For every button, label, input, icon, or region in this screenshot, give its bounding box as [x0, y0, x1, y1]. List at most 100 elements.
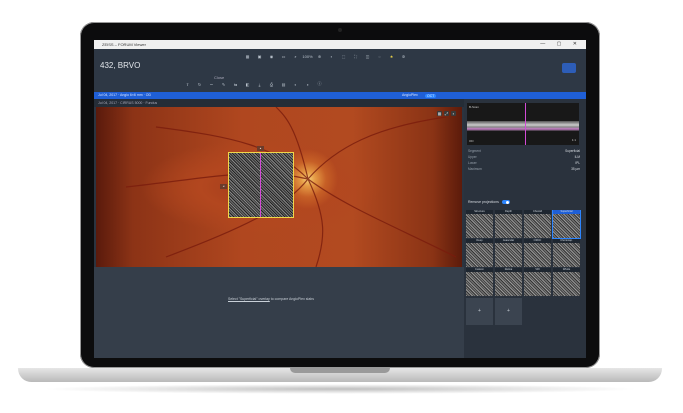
slab-thumb[interactable]: Custom [466, 268, 493, 296]
slab-thumb[interactable]: Choriocap. [553, 239, 580, 267]
slab-caption: Structure [466, 210, 493, 214]
slab-thumb[interactable]: VRI [524, 268, 551, 296]
slab-caption: Custom [466, 268, 493, 272]
crop-icon[interactable]: ◫ [364, 53, 371, 59]
slab-thumb[interactable]: Structure [466, 210, 493, 238]
fundus-image[interactable]: ▦ ⤢ ▪ ▴ ◂ [96, 107, 462, 267]
window-title: ZEISS – FORUM Viewer [102, 42, 146, 47]
projection-label: Remove projections [468, 200, 499, 204]
angio-overlay[interactable] [228, 152, 294, 218]
status-badge[interactable]: OCT [425, 93, 437, 98]
star-icon[interactable]: ★ [388, 53, 395, 59]
param-label: Segment [468, 149, 481, 153]
measure-icon[interactable]: ◌ [376, 53, 383, 59]
grid-icon[interactable]: ▦ [244, 53, 251, 59]
slab-thumb[interactable]: Choroid [524, 210, 551, 238]
scan-line[interactable] [260, 153, 261, 217]
lock-icon[interactable]: ▪ [328, 53, 335, 59]
eye-icon[interactable]: ◉ [268, 53, 275, 59]
param-label: Maximum [468, 167, 482, 171]
param-value[interactable]: ILM [575, 155, 580, 159]
close-button[interactable]: Close [214, 75, 224, 80]
param-value[interactable]: 35 µm [571, 167, 580, 171]
hint-link[interactable]: Select "Superficial" overlay [228, 297, 270, 301]
link-icon[interactable]: ⇆ [232, 81, 239, 87]
fullscreen-icon[interactable]: ⛶ [352, 53, 359, 59]
retina-layer [467, 121, 579, 131]
analysis-area: Select "Superficial" overlay to compare … [94, 267, 464, 358]
slab-caption: VRI [524, 268, 551, 272]
window-controls[interactable]: — ▢ ✕ [540, 40, 582, 49]
bscan-marker[interactable] [525, 103, 526, 145]
print-icon[interactable]: ⎙ [268, 81, 275, 87]
slab-caption: Retina [495, 268, 522, 272]
slab-caption: Whole [553, 268, 580, 272]
hint-message: Select "Superficial" overlay to compare … [228, 297, 314, 301]
bscan-zoom[interactable]: 1:1 [572, 138, 576, 142]
add-slab-button[interactable]: + [466, 298, 493, 325]
slab-thumb[interactable]: Depth [495, 210, 522, 238]
header: 432, BRVO Close ▦ ▣ ◉ ▭ ⌕ 100% ⊕ ▪ ⬚ ⛶ ◫… [94, 49, 586, 92]
plus-icon: + [478, 308, 481, 314]
param-row[interactable]: Segment Superficial [468, 149, 580, 153]
add-slab-button[interactable]: + [495, 298, 522, 325]
slab-thumb[interactable]: ORCC [524, 239, 551, 267]
info-icon[interactable]: ⓘ [316, 81, 323, 87]
slab-caption: Deep [466, 239, 493, 243]
overlay-handle-top[interactable]: ▴ [257, 146, 264, 151]
param-label: Lower [468, 161, 477, 165]
image-subbar: Jul 04, 2017 · CIRRUS 5000 · Fundus [94, 99, 464, 107]
zoom-in-icon[interactable]: ⊕ [316, 53, 323, 59]
export-icon[interactable]: ⤓ [256, 81, 263, 87]
layout-icon[interactable]: ▣ [256, 53, 263, 59]
upload-icon[interactable]: ⇪ [184, 81, 191, 87]
zoom-level[interactable]: 100% [302, 53, 312, 59]
segmentation-params: Segment Superficial Upper ILM Lower IPL Max… [468, 149, 580, 173]
slab-thumb-selected[interactable]: Superficial [552, 210, 581, 239]
slab-caption: Avascular [495, 239, 522, 243]
laptop-notch [290, 368, 390, 373]
plus-icon: + [507, 308, 510, 314]
contrast-icon[interactable]: ◑ [304, 81, 311, 87]
scan-mode-text[interactable]: AngioPlex [402, 92, 418, 99]
param-value[interactable]: Superficial [565, 149, 580, 153]
projection-toggle[interactable] [501, 200, 510, 204]
ruler-icon[interactable]: ┅ [208, 81, 215, 87]
settings-icon[interactable]: ✲ [400, 53, 407, 59]
slab-thumb[interactable]: Deep [466, 239, 493, 267]
scan-info-bar: Jul 04, 2017 · Angio 6×6 mm · OD AngioPl… [94, 92, 586, 99]
param-row[interactable]: Maximum 35 µm [468, 167, 580, 171]
app-screen: ZEISS – FORUM Viewer — ▢ ✕ 432, BRVO Clo… [94, 40, 586, 358]
annotate-icon[interactable]: ✎ [220, 81, 227, 87]
slab-caption: Superficial [553, 210, 580, 214]
param-value[interactable]: IPL [575, 161, 580, 165]
fit-icon[interactable]: ⬚ [340, 53, 347, 59]
param-label: Upper [468, 155, 477, 159]
display-icon[interactable]: ▭ [280, 53, 287, 59]
slab-thumb[interactable]: Whole [553, 268, 580, 296]
expand-icon[interactable]: ⤢ [444, 111, 449, 116]
toolbar-bottom: ⇪ ↻ ┅ ✎ ⇆ ◧ ⤓ ⎙ ▤ ◐ ◑ ⓘ [184, 81, 323, 87]
slab-thumb[interactable]: Avascular [495, 239, 522, 267]
slab-caption: Depth [495, 210, 522, 214]
zeiss-logo [562, 63, 576, 73]
grid-icon[interactable]: ▦ [437, 111, 442, 116]
rotate-icon[interactable]: ↻ [196, 81, 203, 87]
bscan-eye-tag: OD [469, 139, 474, 143]
compare-icon[interactable]: ◧ [244, 81, 251, 87]
patient-title: 432, BRVO [100, 61, 141, 70]
bscan-viewer[interactable]: B-Scan OD 1:1 [467, 103, 579, 145]
overlay-handle-left[interactable]: ◂ [220, 184, 227, 189]
param-row[interactable]: Upper ILM [468, 155, 580, 159]
hint-text: to compare AngioPlex slabs [270, 297, 314, 301]
slab-caption: ORCC [524, 239, 551, 243]
brightness-icon[interactable]: ◐ [292, 81, 299, 87]
report-icon[interactable]: ▤ [280, 81, 287, 87]
zoom-icon[interactable]: ⌕ [292, 53, 299, 59]
fundus-toolbar: ▦ ⤢ ▪ [437, 111, 456, 116]
projection-toggle-row: Remove projections [468, 200, 510, 204]
param-row[interactable]: Lower IPL [468, 161, 580, 165]
right-panel: B-Scan OD 1:1 Segment Superficial Upper IL… [464, 99, 586, 358]
slab-thumb[interactable]: Retina [495, 268, 522, 296]
lock-icon[interactable]: ▪ [451, 111, 456, 116]
